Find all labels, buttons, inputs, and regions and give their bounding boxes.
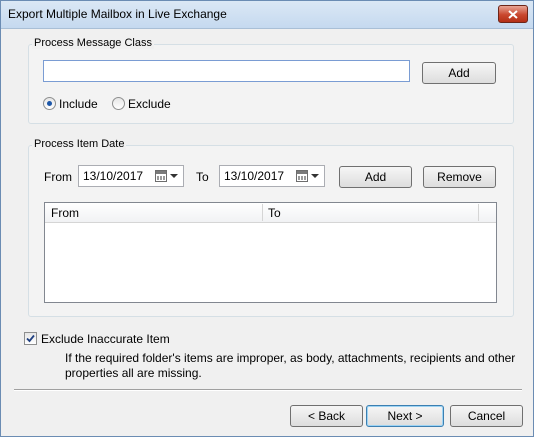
calendar-icon[interactable] <box>296 170 308 182</box>
date-add-button[interactable]: Add <box>339 166 412 188</box>
to-date-picker[interactable]: 13/10/2017 <box>219 165 325 187</box>
include-radio[interactable] <box>43 97 56 110</box>
column-separator[interactable] <box>478 204 479 221</box>
cancel-button[interactable]: Cancel <box>450 405 523 427</box>
exclude-inaccurate-label: Exclude Inaccurate Item <box>41 332 170 346</box>
include-radio-dot <box>47 101 52 106</box>
list-header: From To <box>45 203 496 223</box>
date-range-list[interactable]: From To <box>44 202 497 303</box>
exclude-inaccurate-checkbox[interactable] <box>24 332 37 345</box>
close-icon <box>508 9 518 19</box>
message-class-input[interactable] <box>43 60 410 82</box>
to-date-value: 13/10/2017 <box>224 169 285 183</box>
window-title: Export Multiple Mailbox in Live Exchange <box>8 7 227 21</box>
message-class-group-title: Process Message Class <box>32 37 154 49</box>
title-bar: Export Multiple Mailbox in Live Exchange <box>1 1 533 29</box>
to-label: To <box>196 170 209 184</box>
exclude-label: Exclude <box>128 97 171 111</box>
exclude-radio[interactable] <box>112 97 125 110</box>
chevron-down-icon[interactable] <box>311 174 319 178</box>
chevron-down-icon[interactable] <box>170 174 178 178</box>
from-date-picker[interactable]: 13/10/2017 <box>78 165 184 187</box>
from-label: From <box>44 170 72 184</box>
next-button[interactable]: Next > <box>366 405 444 427</box>
calendar-icon[interactable] <box>155 170 167 182</box>
column-separator[interactable] <box>262 204 263 221</box>
back-button[interactable]: < Back <box>290 405 363 427</box>
item-date-group-title: Process Item Date <box>32 138 127 150</box>
column-header-to[interactable]: To <box>268 206 281 220</box>
close-button[interactable] <box>498 5 528 23</box>
exclude-inaccurate-description: If the required folder's items are impro… <box>65 351 516 380</box>
dialog-window: Export Multiple Mailbox in Live Exchange… <box>0 0 534 437</box>
checkmark-icon <box>26 334 35 343</box>
from-date-value: 13/10/2017 <box>83 169 144 183</box>
footer-divider <box>14 389 522 391</box>
message-class-add-button[interactable]: Add <box>422 62 496 84</box>
include-label: Include <box>59 97 98 111</box>
column-header-from[interactable]: From <box>51 206 79 220</box>
message-class-group <box>28 44 514 124</box>
date-remove-button[interactable]: Remove <box>423 166 496 188</box>
